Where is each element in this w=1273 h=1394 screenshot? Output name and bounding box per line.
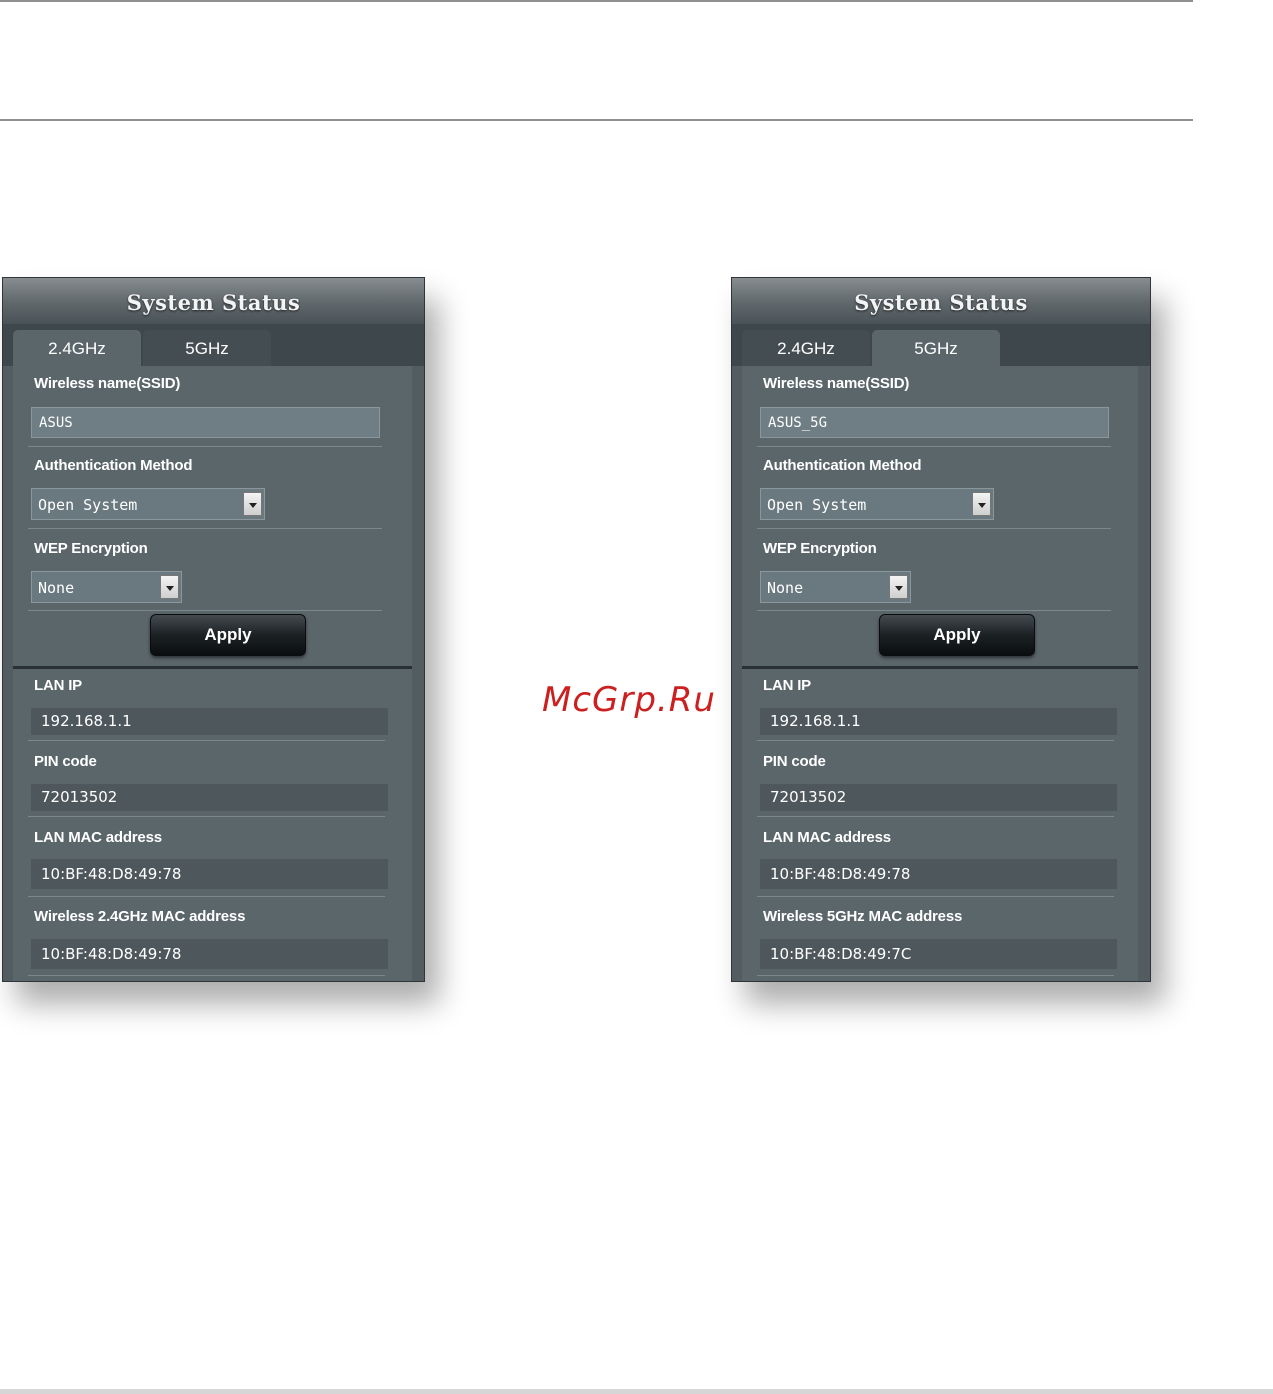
separator [757, 975, 1114, 976]
lan-mac-label: LAN MAC address [763, 829, 891, 846]
lan-ip-label: LAN IP [34, 677, 82, 694]
ssid-label: Wireless name(SSID) [34, 375, 181, 392]
separator [28, 740, 385, 741]
apply-button[interactable]: Apply [879, 614, 1035, 656]
wep-encryption-value: None [767, 579, 804, 597]
footer-rule [0, 1389, 1273, 1394]
header-rule [0, 119, 1193, 121]
wireless-mac-value: 10:BF:48:D8:49:7C [760, 939, 1117, 969]
pin-code-value: 72013502 [760, 784, 1117, 811]
chevron-down-icon[interactable] [160, 575, 179, 599]
lan-ip-label: LAN IP [763, 677, 811, 694]
auth-method-select[interactable]: Open System [760, 488, 994, 520]
tab-2-4ghz[interactable]: 2.4GHz [742, 330, 870, 366]
separator [757, 740, 1114, 741]
band-tabs: 2.4GHz 5GHz [732, 324, 1150, 366]
separator [757, 896, 1114, 897]
tab-5ghz[interactable]: 5GHz [143, 330, 271, 366]
top-rule [0, 0, 1193, 2]
ssid-input[interactable]: ASUS_5G [760, 407, 1109, 438]
chevron-down-icon[interactable] [243, 492, 262, 516]
auth-method-value: Open System [38, 496, 138, 514]
auth-method-label: Authentication Method [34, 457, 193, 474]
lan-mac-value: 10:BF:48:D8:49:78 [760, 859, 1117, 889]
separator [28, 528, 382, 529]
auth-method-select[interactable]: Open System [31, 488, 265, 520]
chevron-down-icon[interactable] [972, 492, 991, 516]
separator [28, 610, 382, 611]
lan-mac-label: LAN MAC address [34, 829, 162, 846]
tab-2-4ghz[interactable]: 2.4GHz [13, 330, 141, 366]
panel-title: System Status [732, 278, 1150, 324]
system-status-panel-5g: System Status 2.4GHz 5GHz Wireless name(… [731, 277, 1151, 982]
separator [28, 446, 382, 447]
wep-encryption-select[interactable]: None [31, 571, 182, 603]
panel-title: System Status [3, 278, 424, 324]
wireless-mac-value: 10:BF:48:D8:49:78 [31, 939, 388, 969]
device-info: LAN IP 192.168.1.1 PIN code 72013502 LAN… [742, 669, 1138, 981]
pin-code-label: PIN code [763, 753, 826, 770]
lan-mac-value: 10:BF:48:D8:49:78 [31, 859, 388, 889]
watermark: McGrp.Ru [542, 680, 716, 720]
pin-code-value: 72013502 [31, 784, 388, 811]
wep-encryption-value: None [38, 579, 75, 597]
separator [28, 896, 385, 897]
auth-method-label: Authentication Method [763, 457, 922, 474]
separator [28, 975, 385, 976]
separator [757, 610, 1111, 611]
chevron-down-icon[interactable] [889, 575, 908, 599]
separator [757, 528, 1111, 529]
wireless-mac-label: Wireless 5GHz MAC address [763, 908, 963, 925]
wep-encryption-label: WEP Encryption [763, 540, 877, 557]
wireless-settings: Wireless name(SSID) ASUS_5G Authenticati… [742, 366, 1138, 666]
wireless-settings: Wireless name(SSID) ASUS Authentication … [13, 366, 412, 666]
lan-ip-value: 192.168.1.1 [31, 708, 388, 735]
pin-code-label: PIN code [34, 753, 97, 770]
wep-encryption-select[interactable]: None [760, 571, 911, 603]
device-info: LAN IP 192.168.1.1 PIN code 72013502 LAN… [13, 669, 412, 981]
ssid-label: Wireless name(SSID) [763, 375, 910, 392]
wireless-mac-label: Wireless 2.4GHz MAC address [34, 908, 246, 925]
apply-button[interactable]: Apply [150, 614, 306, 656]
ssid-input[interactable]: ASUS [31, 407, 380, 438]
band-tabs: 2.4GHz 5GHz [3, 324, 424, 366]
wep-encryption-label: WEP Encryption [34, 540, 148, 557]
lan-ip-value: 192.168.1.1 [760, 708, 1117, 735]
auth-method-value: Open System [767, 496, 867, 514]
tab-5ghz[interactable]: 5GHz [872, 330, 1000, 366]
system-status-panel-2g: System Status 2.4GHz 5GHz Wireless name(… [2, 277, 425, 982]
separator [757, 446, 1111, 447]
separator [757, 816, 1114, 817]
separator [28, 816, 385, 817]
